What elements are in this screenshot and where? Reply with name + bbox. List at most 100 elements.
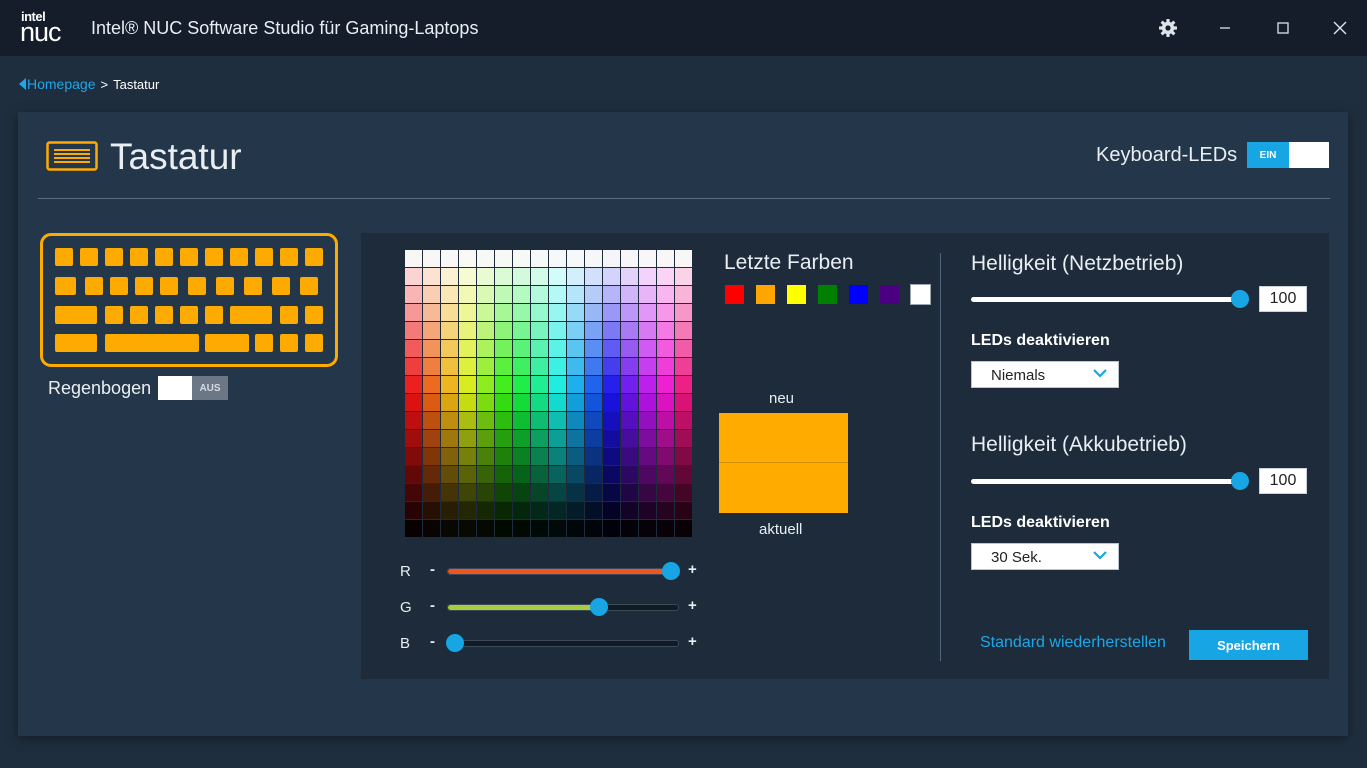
color-cell[interactable] xyxy=(639,466,656,483)
color-cell[interactable] xyxy=(657,430,674,447)
recent-color-swatch[interactable] xyxy=(818,285,837,304)
color-cell[interactable] xyxy=(675,322,692,339)
color-cell[interactable] xyxy=(495,358,512,375)
color-cell[interactable] xyxy=(441,502,458,519)
color-cell[interactable] xyxy=(675,250,692,267)
color-cell[interactable] xyxy=(477,268,494,285)
color-cell[interactable] xyxy=(495,376,512,393)
color-cell[interactable] xyxy=(549,430,566,447)
recent-color-swatch[interactable] xyxy=(725,285,744,304)
slider-g[interactable] xyxy=(447,598,679,616)
color-cell[interactable] xyxy=(657,322,674,339)
color-cell[interactable] xyxy=(621,466,638,483)
color-cell[interactable] xyxy=(621,502,638,519)
color-cell[interactable] xyxy=(531,430,548,447)
recent-color-swatch[interactable] xyxy=(880,285,899,304)
color-cell[interactable] xyxy=(441,520,458,537)
color-cell[interactable] xyxy=(423,268,440,285)
color-cell[interactable] xyxy=(549,376,566,393)
color-cell[interactable] xyxy=(657,286,674,303)
color-cell[interactable] xyxy=(567,430,584,447)
color-cell[interactable] xyxy=(549,484,566,501)
minimize-button[interactable] xyxy=(1211,14,1239,42)
color-cell[interactable] xyxy=(405,268,422,285)
color-cell[interactable] xyxy=(585,358,602,375)
color-cell[interactable] xyxy=(495,304,512,321)
color-cell[interactable] xyxy=(603,304,620,321)
color-cell[interactable] xyxy=(477,322,494,339)
color-cell[interactable] xyxy=(621,412,638,429)
color-cell[interactable] xyxy=(585,286,602,303)
color-cell[interactable] xyxy=(495,322,512,339)
color-cell[interactable] xyxy=(441,394,458,411)
color-cell[interactable] xyxy=(441,340,458,357)
color-cell[interactable] xyxy=(603,484,620,501)
color-cell[interactable] xyxy=(675,484,692,501)
color-cell[interactable] xyxy=(459,340,476,357)
color-cell[interactable] xyxy=(603,520,620,537)
color-cell[interactable] xyxy=(459,502,476,519)
color-cell[interactable] xyxy=(495,394,512,411)
color-cell[interactable] xyxy=(603,268,620,285)
color-cell[interactable] xyxy=(549,394,566,411)
color-cell[interactable] xyxy=(603,412,620,429)
color-cell[interactable] xyxy=(585,466,602,483)
color-cell[interactable] xyxy=(513,466,530,483)
color-cell[interactable] xyxy=(567,250,584,267)
color-cell[interactable] xyxy=(639,448,656,465)
color-cell[interactable] xyxy=(621,286,638,303)
color-cell[interactable] xyxy=(459,268,476,285)
color-grid[interactable] xyxy=(405,250,693,538)
color-cell[interactable] xyxy=(549,502,566,519)
color-cell[interactable] xyxy=(459,286,476,303)
color-cell[interactable] xyxy=(603,448,620,465)
color-cell[interactable] xyxy=(441,322,458,339)
color-cell[interactable] xyxy=(603,502,620,519)
color-cell[interactable] xyxy=(477,340,494,357)
color-cell[interactable] xyxy=(585,448,602,465)
color-cell[interactable] xyxy=(441,358,458,375)
color-cell[interactable] xyxy=(621,268,638,285)
color-cell[interactable] xyxy=(657,520,674,537)
color-cell[interactable] xyxy=(513,412,530,429)
battery-disable-select[interactable]: 30 Sek. xyxy=(971,543,1119,570)
color-cell[interactable] xyxy=(495,340,512,357)
color-cell[interactable] xyxy=(657,466,674,483)
color-cell[interactable] xyxy=(621,358,638,375)
color-cell[interactable] xyxy=(639,412,656,429)
color-cell[interactable] xyxy=(675,376,692,393)
color-cell[interactable] xyxy=(639,286,656,303)
color-cell[interactable] xyxy=(495,448,512,465)
slider-b-increase-button[interactable]: + xyxy=(688,633,697,650)
color-cell[interactable] xyxy=(513,286,530,303)
color-cell[interactable] xyxy=(495,466,512,483)
color-cell[interactable] xyxy=(531,484,548,501)
color-cell[interactable] xyxy=(405,448,422,465)
color-cell[interactable] xyxy=(513,268,530,285)
color-cell[interactable] xyxy=(639,502,656,519)
color-cell[interactable] xyxy=(513,520,530,537)
keyboard-leds-toggle[interactable]: EIN xyxy=(1247,142,1329,168)
color-cell[interactable] xyxy=(513,448,530,465)
color-cell[interactable] xyxy=(657,394,674,411)
color-cell[interactable] xyxy=(405,322,422,339)
color-cell[interactable] xyxy=(639,484,656,501)
color-cell[interactable] xyxy=(549,520,566,537)
color-cell[interactable] xyxy=(513,430,530,447)
color-cell[interactable] xyxy=(549,358,566,375)
color-cell[interactable] xyxy=(477,286,494,303)
color-cell[interactable] xyxy=(621,322,638,339)
slider-r-increase-button[interactable]: + xyxy=(688,561,697,578)
color-cell[interactable] xyxy=(639,250,656,267)
color-cell[interactable] xyxy=(567,268,584,285)
color-cell[interactable] xyxy=(459,304,476,321)
color-cell[interactable] xyxy=(585,430,602,447)
color-cell[interactable] xyxy=(639,376,656,393)
color-cell[interactable] xyxy=(567,412,584,429)
color-cell[interactable] xyxy=(405,286,422,303)
color-cell[interactable] xyxy=(585,250,602,267)
color-cell[interactable] xyxy=(405,394,422,411)
color-cell[interactable] xyxy=(513,358,530,375)
color-cell[interactable] xyxy=(549,448,566,465)
color-cell[interactable] xyxy=(621,340,638,357)
